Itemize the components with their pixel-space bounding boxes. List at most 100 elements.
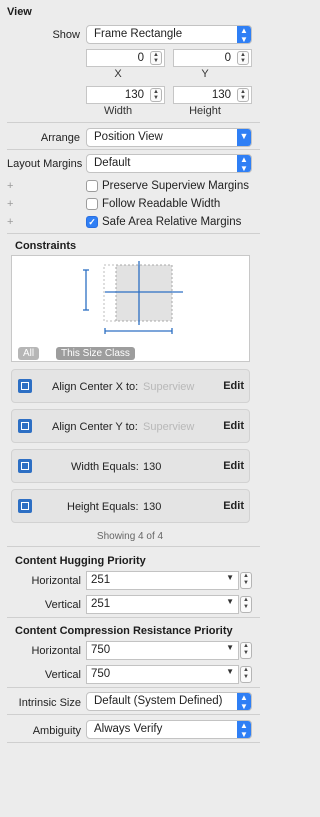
- follow-readable-width-checkbox[interactable]: [86, 198, 98, 210]
- divider: [7, 149, 260, 150]
- add-variation-icon[interactable]: +: [7, 198, 13, 210]
- edit-button[interactable]: Edit: [223, 500, 244, 512]
- chevron-down-icon[interactable]: ▼: [226, 573, 234, 582]
- preserve-superview-margins-label: Preserve Superview Margins: [102, 180, 250, 192]
- hugging-horizontal-combo[interactable]: 251 ▼ ▲ ▼: [86, 571, 252, 590]
- divider: [7, 233, 260, 234]
- chevron-down-icon[interactable]: ▼: [226, 643, 234, 652]
- section-title-hugging: Content Hugging Priority: [15, 555, 146, 567]
- height-stepper[interactable]: ▲ ▼: [237, 88, 249, 102]
- filter-size-class-tag[interactable]: This Size Class: [56, 347, 135, 360]
- layout-margins-value: Default: [94, 157, 131, 169]
- x-field-value: 0: [137, 52, 144, 64]
- ambiguity-label: Ambiguity: [32, 725, 81, 737]
- width-field[interactable]: 130 ▲ ▼: [86, 86, 165, 104]
- safe-area-relative-margins-label: Safe Area Relative Margins: [102, 216, 242, 228]
- show-label: Show: [52, 29, 80, 41]
- hugging-vertical-combo[interactable]: 251 ▼ ▲ ▼: [86, 595, 252, 614]
- hugging-vertical-label: Vertical: [44, 599, 81, 611]
- width-field-value: 130: [124, 89, 144, 101]
- constraint-row-center-x[interactable]: Align Center X to: Superview Edit: [11, 369, 250, 403]
- arrange-label: Arrange: [40, 132, 80, 144]
- intrinsic-size-popup[interactable]: Default (System Defined) ▲ ▼: [86, 692, 252, 711]
- align-center-y-icon: [18, 419, 32, 433]
- constraint-row-height[interactable]: Height Equals: 130 Edit: [11, 489, 250, 523]
- x-field[interactable]: 0 ▲ ▼: [86, 49, 165, 67]
- chevron-down-icon[interactable]: ▼: [226, 667, 234, 676]
- layout-margins-popup[interactable]: Default ▲ ▼: [86, 154, 252, 173]
- compression-vertical-combo[interactable]: 750 ▼ ▲ ▼: [86, 665, 252, 684]
- stepper[interactable]: ▲ ▼: [240, 642, 252, 659]
- popup-chevron-icon: ▲ ▼: [237, 26, 251, 43]
- y-field-value: 0: [224, 52, 231, 64]
- section-title-compression: Content Compression Resistance Priority: [15, 625, 233, 637]
- add-variation-icon[interactable]: +: [7, 180, 13, 192]
- height-label: Height: [189, 105, 221, 117]
- constraints-editor[interactable]: All This Size Class: [11, 255, 250, 362]
- combo-value: 750: [91, 668, 111, 680]
- intrinsic-size-label: Intrinsic Size: [18, 697, 81, 709]
- arrange-popup[interactable]: Position View ▼: [86, 128, 252, 147]
- width-constraint-icon: [18, 459, 32, 473]
- constraint-row-width[interactable]: Width Equals: 130 Edit: [11, 449, 250, 483]
- divider: [7, 687, 260, 688]
- divider: [7, 546, 260, 547]
- compression-horizontal-combo[interactable]: 750 ▼ ▲ ▼: [86, 641, 252, 660]
- combo-value: 251: [91, 574, 111, 586]
- constraints-diagram: [83, 261, 183, 334]
- height-field[interactable]: 130 ▲ ▼: [173, 86, 252, 104]
- width-stepper[interactable]: ▲ ▼: [150, 88, 162, 102]
- popup-chevron-icon: ▲ ▼: [237, 721, 251, 738]
- section-title-constraints: Constraints: [15, 240, 77, 252]
- safe-area-relative-margins-checkbox[interactable]: ✓: [86, 216, 98, 228]
- align-center-x-icon: [18, 379, 32, 393]
- edit-button[interactable]: Edit: [223, 460, 244, 472]
- y-stepper[interactable]: ▲ ▼: [237, 51, 249, 65]
- constraint-label: Height Equals:: [67, 501, 139, 513]
- popup-chevron-icon: ▲ ▼: [237, 693, 251, 710]
- compression-vertical-label: Vertical: [44, 669, 81, 681]
- width-label: Width: [103, 105, 133, 117]
- show-popup-value: Frame Rectangle: [94, 28, 183, 40]
- show-popup[interactable]: Frame Rectangle ▲ ▼: [86, 25, 252, 44]
- chevron-down-icon: ▼: [237, 129, 251, 146]
- x-label: X: [114, 68, 122, 80]
- chevron-down-icon[interactable]: ▼: [226, 597, 234, 606]
- divider: [7, 617, 260, 618]
- y-field[interactable]: 0 ▲ ▼: [173, 49, 252, 67]
- x-stepper[interactable]: ▲ ▼: [150, 51, 162, 65]
- stepper[interactable]: ▲ ▼: [240, 666, 252, 683]
- divider: [7, 714, 260, 715]
- intrinsic-size-value: Default (System Defined): [94, 695, 223, 707]
- add-variation-icon[interactable]: +: [7, 216, 13, 228]
- combo-value: 251: [91, 598, 111, 610]
- constraint-value: 130: [143, 501, 162, 513]
- constraint-row-center-y[interactable]: Align Center Y to: Superview Edit: [11, 409, 250, 443]
- layout-margins-label: Layout Margins: [7, 158, 83, 170]
- height-field-value: 130: [211, 89, 231, 101]
- hugging-horizontal-label: Horizontal: [31, 575, 81, 587]
- constraint-label: Width Equals:: [71, 461, 139, 473]
- preserve-superview-margins-checkbox[interactable]: [86, 180, 98, 192]
- constraint-value: 130: [143, 461, 162, 473]
- ambiguity-popup[interactable]: Always Verify ▲ ▼: [86, 720, 252, 739]
- constraint-label: Align Center X to:: [52, 381, 139, 393]
- compression-horizontal-label: Horizontal: [31, 645, 81, 657]
- stepper[interactable]: ▲ ▼: [240, 572, 252, 589]
- ambiguity-value: Always Verify: [94, 723, 163, 735]
- stepper[interactable]: ▲ ▼: [240, 596, 252, 613]
- constraint-value: Superview: [143, 421, 195, 433]
- divider: [7, 122, 260, 123]
- constraint-value: Superview: [143, 381, 195, 393]
- arrange-popup-value: Position View: [94, 131, 163, 143]
- follow-readable-width-label: Follow Readable Width: [102, 198, 221, 210]
- edit-button[interactable]: Edit: [223, 380, 244, 392]
- divider: [7, 742, 260, 743]
- height-constraint-icon: [18, 499, 32, 513]
- y-label: Y: [201, 68, 209, 80]
- edit-button[interactable]: Edit: [223, 420, 244, 432]
- filter-all-tag[interactable]: All: [18, 347, 40, 360]
- popup-chevron-icon: ▲ ▼: [237, 155, 251, 172]
- section-title-view: View: [7, 6, 32, 18]
- constraint-label: Align Center Y to:: [52, 421, 138, 433]
